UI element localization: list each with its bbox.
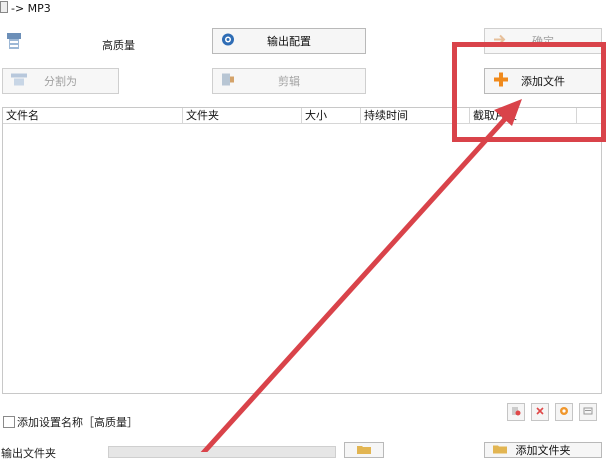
clear-list-button[interactable]: [531, 403, 549, 421]
file-list-header: 文件名 文件夹 大小 持续时间 截取片段: [3, 108, 601, 124]
add-folder-label: 添加文件夹: [515, 444, 571, 457]
add-setting-name-label: 添加设置名称［高质量］: [17, 416, 138, 429]
output-config-label: 输出配置: [267, 35, 311, 48]
file-list[interactable]: 文件名 文件夹 大小 持续时间 截取片段: [2, 107, 602, 394]
add-folder-button[interactable]: 添加文件夹: [484, 442, 602, 458]
info-button[interactable]: [579, 403, 597, 421]
output-config-icon: [221, 33, 235, 50]
column-header-duration[interactable]: 持续时间: [361, 108, 470, 123]
document-icon: [0, 1, 8, 13]
clip-label: 剪辑: [278, 75, 300, 88]
window-title: -> MP3: [0, 0, 51, 18]
play-icon: [559, 406, 569, 419]
add-setting-name-checkbox[interactable]: [3, 416, 15, 428]
folder-icon: [357, 444, 371, 457]
window-title-text: -> MP3: [11, 2, 51, 15]
plus-icon: [493, 72, 509, 91]
play-button[interactable]: [555, 403, 573, 421]
add-folder-icon: [493, 444, 507, 457]
add-file-label: 添加文件: [521, 75, 565, 88]
ok-arrow-icon: [493, 34, 507, 49]
info-icon: [583, 406, 593, 419]
clear-list-icon: [535, 406, 545, 419]
column-header-size[interactable]: 大小: [302, 108, 361, 123]
clip-icon: [221, 73, 235, 90]
ok-button[interactable]: 确定: [484, 28, 602, 54]
column-header-clip-range[interactable]: 截取片段: [470, 108, 577, 123]
add-file-button[interactable]: 添加文件: [484, 68, 602, 94]
quality-profile-icon[interactable]: [6, 31, 24, 53]
remove-file-button[interactable]: [507, 403, 525, 421]
remove-file-icon: [511, 406, 521, 419]
output-folder-label: 输出文件夹: [1, 447, 56, 460]
browse-folder-button[interactable]: [344, 442, 384, 458]
split-label: 分割为: [44, 75, 77, 88]
output-config-button[interactable]: 输出配置: [212, 28, 366, 54]
list-action-toolbar: [507, 403, 597, 421]
ok-label: 确定: [532, 35, 554, 48]
quality-label: 高质量: [102, 39, 135, 52]
column-header-filename[interactable]: 文件名: [3, 108, 183, 123]
split-icon: [11, 73, 27, 90]
add-setting-name-option[interactable]: 添加设置名称［高质量］: [3, 414, 138, 430]
clip-button[interactable]: 剪辑: [212, 68, 366, 94]
split-button[interactable]: 分割为: [2, 68, 119, 94]
column-header-folder[interactable]: 文件夹: [183, 108, 302, 123]
output-folder-path[interactable]: [108, 446, 336, 458]
